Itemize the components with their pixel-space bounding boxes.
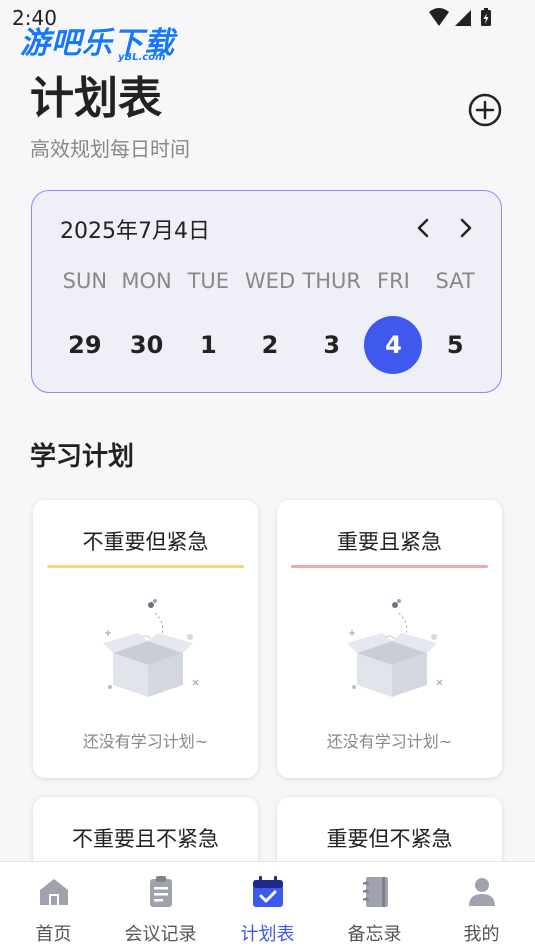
calendar-date-label: 2025年7月4日 [60, 219, 210, 244]
add-plan-button[interactable] [467, 92, 503, 128]
tab-label: 首页 [35, 924, 72, 945]
empty-box-icon [103, 599, 199, 697]
calendar-day-selected[interactable]: 4 [363, 316, 425, 374]
empty-box-icon [347, 599, 443, 697]
calendar-check-icon [252, 876, 283, 907]
user-icon [468, 878, 495, 906]
tab-label: 我的 [463, 924, 500, 945]
tab-label: 备忘录 [347, 924, 402, 945]
next-week-button[interactable] [453, 216, 477, 240]
empty-state-text: 还没有学习计划~ [326, 732, 453, 751]
weekday-label: WED [244, 269, 296, 293]
wifi-icon [429, 8, 449, 26]
weekday-row: SUN MON TUE WED THUR FRI SAT [54, 269, 486, 293]
page-title: 计划表 [30, 73, 162, 124]
status-icons [429, 8, 491, 26]
weekday-label: THUR [302, 269, 362, 293]
plan-card-not-important-urgent[interactable]: 不重要但紧急 还没有学习计划~ [33, 500, 258, 778]
card-title: 重要且紧急 [337, 530, 442, 554]
tab-meeting-records[interactable]: 会议记录 [107, 862, 214, 952]
chevron-left-icon [417, 218, 429, 238]
chevron-right-icon [460, 218, 472, 238]
card-title: 重要但不紧急 [326, 827, 453, 851]
clipboard-icon [149, 876, 172, 907]
tab-planner[interactable]: 计划表 [214, 862, 321, 952]
weekday-label: TUE [187, 269, 230, 293]
calendar-day[interactable]: 5 [424, 316, 486, 374]
calendar-day[interactable]: 1 [177, 316, 239, 374]
home-icon [39, 879, 68, 905]
page-subtitle: 高效规划每日时间 [30, 137, 190, 161]
add-circle-icon [468, 93, 502, 127]
day-row: 29 30 1 2 3 4 5 [54, 316, 486, 374]
calendar-day[interactable]: 29 [54, 316, 116, 374]
tab-label: 会议记录 [124, 924, 197, 945]
calendar-day[interactable]: 30 [116, 316, 178, 374]
weekday-label: MON [121, 269, 172, 293]
card-accent-bar [47, 565, 244, 568]
tab-profile[interactable]: 我的 [428, 862, 535, 952]
notebook-icon [362, 877, 388, 907]
tab-memo[interactable]: 备忘录 [321, 862, 428, 952]
card-title: 不重要但紧急 [82, 530, 209, 554]
tab-label: 计划表 [240, 924, 295, 945]
weekday-label: SUN [62, 269, 108, 293]
signal-icon [455, 10, 471, 26]
empty-state-text: 还没有学习计划~ [82, 732, 209, 751]
tab-home[interactable]: 首页 [0, 862, 107, 952]
weekday-label: FRI [377, 269, 410, 293]
section-title: 学习计划 [30, 442, 135, 472]
plan-card-important-urgent[interactable]: 重要且紧急 还没有学习计划~ [277, 500, 502, 778]
battery-icon [481, 8, 491, 26]
bottom-tab-bar: 首页 会议记录 计划表 备忘录 我的 [0, 861, 535, 952]
card-accent-bar [291, 565, 488, 568]
week-calendar: 2025年7月4日 SUN MON TUE WED THUR FRI SAT 2… [31, 190, 502, 393]
prev-week-button[interactable] [412, 216, 436, 240]
calendar-day[interactable]: 2 [239, 316, 301, 374]
card-title: 不重要且不紧急 [72, 827, 219, 851]
weekday-label: SAT [435, 269, 475, 293]
calendar-day[interactable]: 3 [301, 316, 363, 374]
